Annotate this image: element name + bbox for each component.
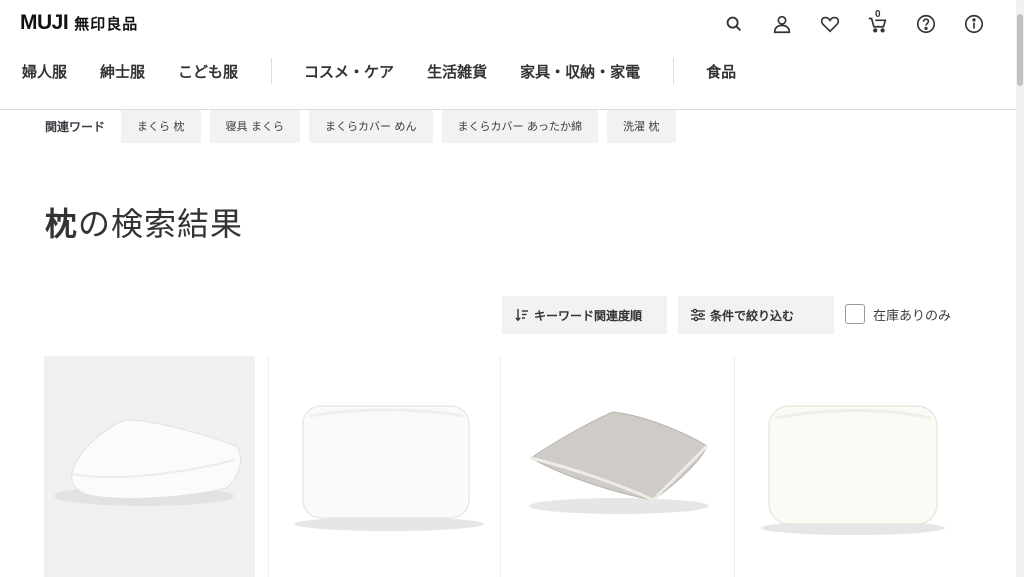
muji-logo[interactable]: MUJI 無印良品	[20, 11, 138, 35]
related-chip[interactable]: まくら 枕	[121, 110, 201, 143]
sort-label: キーワード関連度順	[534, 308, 643, 323]
related-chip[interactable]: 寝具 まくら	[209, 110, 301, 143]
site-header: MUJI 無印良品 0 婦人服 紳士服 こども服 コスメ・ケア 生活雑貨 家具・…	[0, 0, 1016, 110]
heart-icon[interactable]	[806, 12, 854, 36]
product-card[interactable]	[734, 356, 964, 577]
in-stock-label: 在庫ありのみ	[873, 308, 952, 324]
nav-item-household[interactable]: 生活雑貨	[427, 61, 487, 82]
product-card[interactable]	[268, 356, 498, 577]
filter-button[interactable]: 条件で絞り込む	[678, 296, 834, 334]
logo-mark: MUJI	[20, 11, 69, 34]
product-image	[761, 405, 945, 535]
related-chip[interactable]: まくらカバー あったか綿	[441, 110, 599, 143]
related-chip[interactable]: まくらカバー めん	[309, 110, 433, 143]
user-icon[interactable]	[758, 12, 806, 36]
in-stock-checkbox[interactable]	[845, 304, 865, 324]
cart-count-badge: 0	[875, 9, 881, 20]
scrollbar-thumb[interactable]	[1017, 14, 1023, 86]
nav-item-cosmetics[interactable]: コスメ・ケア	[304, 61, 394, 82]
search-results-suffix: の検索結果	[78, 205, 244, 243]
filter-label: 条件で絞り込む	[710, 308, 795, 323]
sort-icon	[515, 309, 528, 322]
related-words-label: 関連ワード	[45, 120, 106, 134]
page-scrollbar[interactable]	[1016, 0, 1024, 577]
nav-divider	[673, 58, 675, 84]
related-words: 関連ワード まくら 枕 寝具 まくら まくらカバー めん まくらカバー あったか…	[45, 110, 685, 143]
related-chip[interactable]: 洗濯 枕	[607, 110, 676, 143]
cart-icon[interactable]: 0	[854, 9, 902, 36]
nav-item-food[interactable]: 食品	[706, 61, 736, 82]
sort-button[interactable]: キーワード関連度順	[502, 296, 667, 334]
in-stock-toggle[interactable]: 在庫ありのみ	[845, 304, 951, 324]
help-icon[interactable]	[902, 12, 950, 36]
nav-item-furniture[interactable]: 家具・収納・家電	[520, 61, 640, 82]
product-grid	[44, 356, 964, 577]
nav-item-kids[interactable]: こども服	[178, 61, 238, 82]
product-image	[294, 405, 484, 531]
page-title: 枕の検索結果	[45, 199, 243, 245]
info-icon[interactable]	[950, 12, 998, 36]
product-card[interactable]	[500, 356, 732, 577]
search-icon[interactable]	[710, 12, 758, 36]
category-nav: 婦人服 紳士服 こども服 コスメ・ケア 生活雑貨 家具・収納・家電 食品	[22, 58, 769, 84]
nav-item-mens[interactable]: 紳士服	[100, 61, 145, 82]
product-image	[54, 419, 242, 506]
nav-item-womens[interactable]: 婦人服	[22, 61, 67, 82]
logo-japanese: 無印良品	[74, 15, 139, 33]
product-card[interactable]	[44, 356, 255, 577]
product-image	[529, 411, 709, 514]
search-keyword: 枕	[45, 205, 79, 243]
nav-divider	[271, 58, 273, 84]
header-icon-bar: 0	[710, 9, 998, 36]
filter-sliders-icon	[691, 308, 705, 322]
